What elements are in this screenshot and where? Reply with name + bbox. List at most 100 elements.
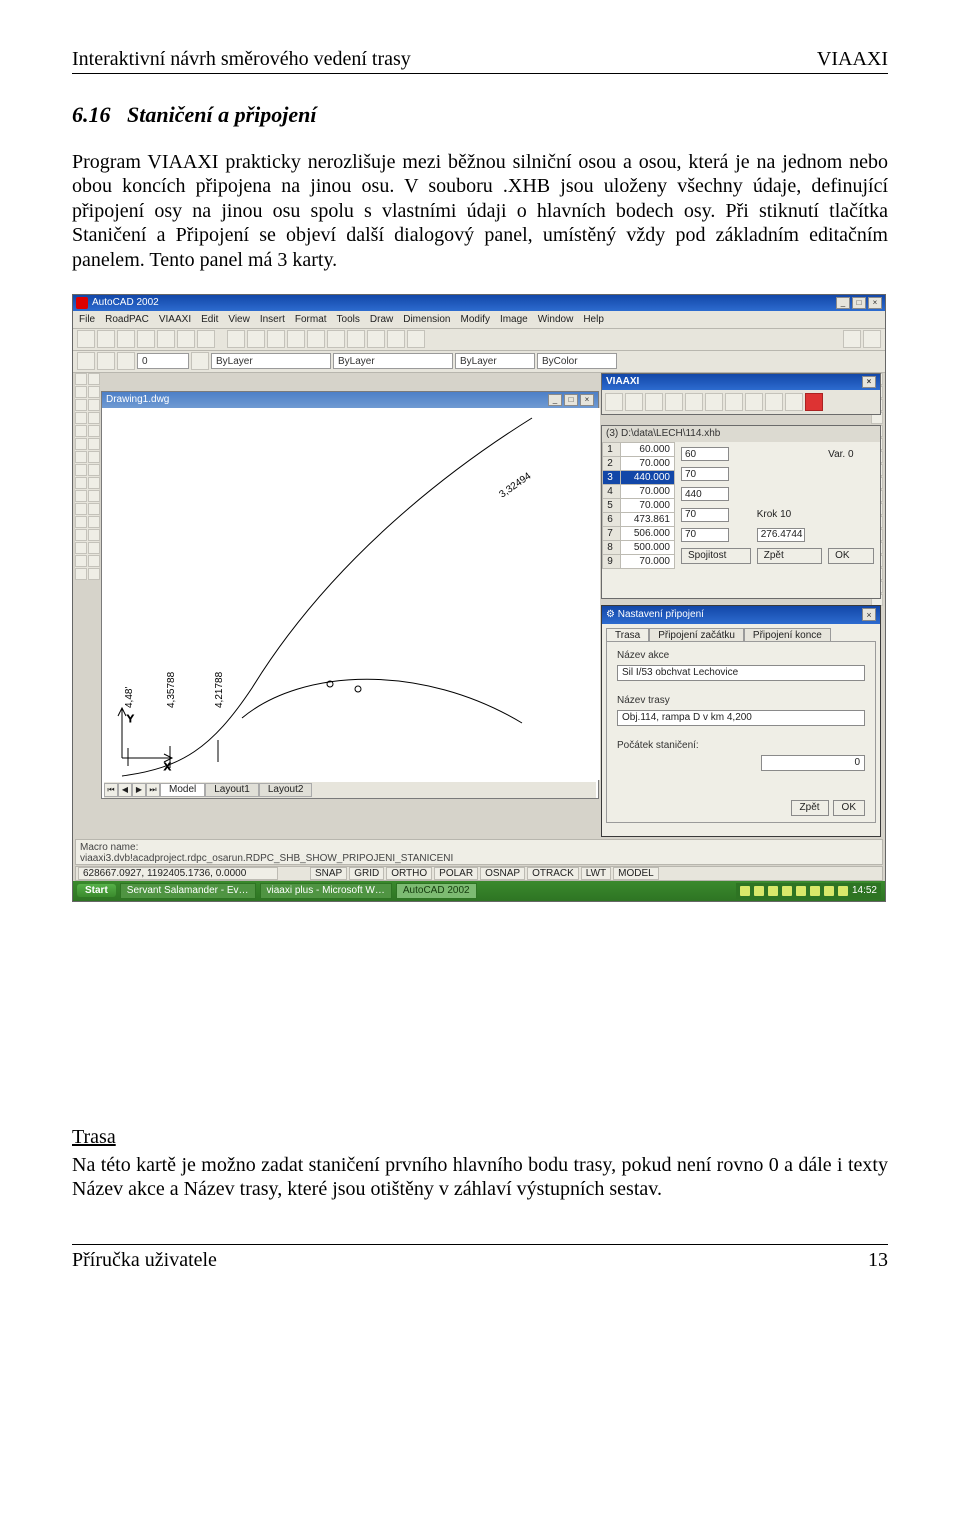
tool-icon[interactable] xyxy=(75,451,87,463)
toggle-ortho[interactable]: ORTHO xyxy=(386,867,432,880)
minimize-button[interactable]: _ xyxy=(836,297,850,309)
tool-icon[interactable] xyxy=(705,393,723,411)
tray-icon[interactable] xyxy=(782,886,792,896)
toggle-polar[interactable]: POLAR xyxy=(434,867,478,880)
toolbar-button[interactable] xyxy=(863,330,881,348)
tool-icon[interactable] xyxy=(805,393,823,411)
model-tab[interactable]: Model xyxy=(160,783,205,797)
tool-icon[interactable] xyxy=(88,412,100,424)
tool-icon[interactable] xyxy=(88,451,100,463)
tool-icon[interactable] xyxy=(88,386,100,398)
tool-icon[interactable] xyxy=(88,425,100,437)
taskbar-item[interactable]: viaaxi plus - Microsoft W… xyxy=(260,883,392,899)
menu-item[interactable]: Dimension xyxy=(403,314,450,325)
axis-field[interactable]: 70 xyxy=(681,528,729,542)
tab-nav-first-icon[interactable]: ⏮ xyxy=(104,783,118,797)
tool-icon[interactable] xyxy=(88,516,100,528)
toolbar-button[interactable] xyxy=(227,330,245,348)
tab-nav-last-icon[interactable]: ⏭ xyxy=(146,783,160,797)
tool-icon[interactable] xyxy=(88,503,100,515)
menu-item[interactable]: Format xyxy=(295,314,327,325)
tool-icon[interactable] xyxy=(75,568,87,580)
ok-button[interactable]: OK xyxy=(833,800,865,816)
layout-tab[interactable]: Layout1 xyxy=(205,783,259,797)
tool-icon[interactable] xyxy=(75,503,87,515)
tab-trasa[interactable]: Trasa xyxy=(606,628,649,641)
tray-icon[interactable] xyxy=(796,886,806,896)
back-button[interactable]: Zpět xyxy=(791,800,829,816)
tool-icon[interactable] xyxy=(75,399,87,411)
taskbar-item-active[interactable]: AutoCAD 2002 xyxy=(396,883,477,899)
menu-item[interactable]: File xyxy=(79,314,95,325)
tool-icon[interactable] xyxy=(75,386,87,398)
menu-item[interactable]: Help xyxy=(583,314,604,325)
tab-nav-next-icon[interactable]: ▶ xyxy=(132,783,146,797)
toolbar-button[interactable] xyxy=(843,330,861,348)
tool-icon[interactable] xyxy=(745,393,763,411)
tab-nav-prev-icon[interactable]: ◀ xyxy=(118,783,132,797)
axis-field[interactable]: 276.4744 xyxy=(757,528,805,542)
tool-icon[interactable] xyxy=(88,438,100,450)
toolbar-button[interactable] xyxy=(97,352,115,370)
close-button[interactable]: × xyxy=(868,297,882,309)
axis-field[interactable]: 70 xyxy=(681,467,729,481)
tool-icon[interactable] xyxy=(75,555,87,567)
tool-icon[interactable] xyxy=(785,393,803,411)
tool-icon[interactable] xyxy=(88,555,100,567)
menu-item[interactable]: Insert xyxy=(260,314,285,325)
toggle-osnap[interactable]: OSNAP xyxy=(480,867,525,880)
toggle-grid[interactable]: GRID xyxy=(349,867,384,880)
tool-icon[interactable] xyxy=(88,542,100,554)
toggle-model[interactable]: MODEL xyxy=(613,867,659,880)
tray-icon[interactable] xyxy=(740,886,750,896)
tray-icon[interactable] xyxy=(810,886,820,896)
menu-item[interactable]: Image xyxy=(500,314,528,325)
tool-icon[interactable] xyxy=(605,393,623,411)
toolbar-button[interactable] xyxy=(117,352,135,370)
toolbar-button[interactable] xyxy=(191,352,209,370)
field-nazev-trasy[interactable]: Obj.114, rampa D v km 4,200 xyxy=(617,710,865,726)
axis-field[interactable]: 440 xyxy=(681,487,729,501)
tool-icon[interactable] xyxy=(685,393,703,411)
tray-icon[interactable] xyxy=(754,886,764,896)
toolbar-button[interactable] xyxy=(117,330,135,348)
menu-item[interactable]: RoadPAC xyxy=(105,314,149,325)
tool-icon[interactable] xyxy=(88,568,100,580)
menu-item[interactable]: Edit xyxy=(201,314,218,325)
connection-settings-dialog[interactable]: ⚙ Nastavení připojení × Trasa Připojení … xyxy=(601,605,881,837)
drawing-canvas[interactable]: Y X 4,48' 4,35788 4,21788 3,32494 xyxy=(102,408,600,780)
tray-icon[interactable] xyxy=(838,886,848,896)
toolbar-button[interactable] xyxy=(97,330,115,348)
tool-icon[interactable] xyxy=(88,464,100,476)
axis-field[interactable]: 60 xyxy=(681,447,729,461)
close-icon[interactable]: × xyxy=(862,376,876,388)
toolbar-button[interactable] xyxy=(407,330,425,348)
command-window[interactable]: Macro name: viaaxi3.dvb!acadproject.rdpc… xyxy=(75,839,883,865)
linetype-combo[interactable]: ByLayer xyxy=(333,353,453,369)
axis-data-panel[interactable]: (3) D:\data\LECH\114.xhb 160.000 270.000… xyxy=(601,425,881,599)
tool-icon[interactable] xyxy=(75,477,87,489)
toolbar-button[interactable] xyxy=(287,330,305,348)
viaaxi-toolbar[interactable]: VIAAXI × xyxy=(601,373,881,415)
layer-combo[interactable]: 0 xyxy=(137,353,189,369)
menu-item[interactable]: Tools xyxy=(337,314,360,325)
toolbar-button[interactable] xyxy=(177,330,195,348)
tool-icon[interactable] xyxy=(75,412,87,424)
field-nazev-akce[interactable]: Sil I/53 obchvat Lechovice xyxy=(617,665,865,681)
toggle-otrack[interactable]: OTRACK xyxy=(527,867,579,880)
axis-field[interactable]: 70 xyxy=(681,508,729,522)
tool-icon[interactable] xyxy=(765,393,783,411)
tool-icon[interactable] xyxy=(88,529,100,541)
ok-button[interactable]: OK xyxy=(828,548,874,564)
system-tray[interactable]: 14:52 xyxy=(736,883,881,899)
tool-icon[interactable] xyxy=(88,477,100,489)
toggle-snap[interactable]: SNAP xyxy=(310,867,347,880)
menu-item[interactable]: Draw xyxy=(370,314,393,325)
toolbar-button[interactable] xyxy=(267,330,285,348)
tool-icon[interactable] xyxy=(645,393,663,411)
tab-pripojeni-konce[interactable]: Připojení konce xyxy=(744,628,831,641)
menu-item[interactable]: Modify xyxy=(460,314,489,325)
tool-icon[interactable] xyxy=(75,438,87,450)
start-button[interactable]: Start xyxy=(77,884,116,897)
toolbar-button[interactable] xyxy=(347,330,365,348)
